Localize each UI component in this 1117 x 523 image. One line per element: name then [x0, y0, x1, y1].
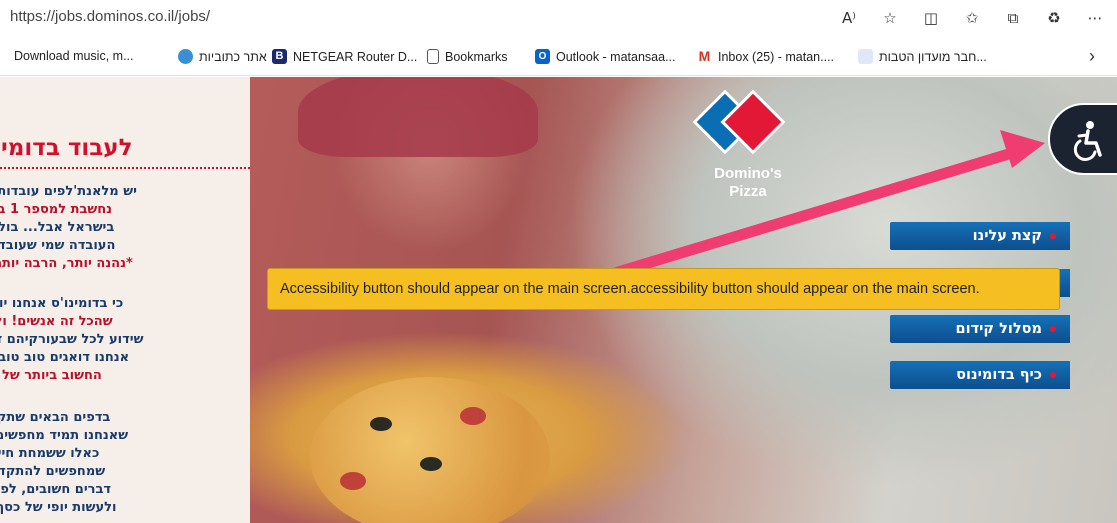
dominos-logo[interactable]: Domino's Pizza — [688, 89, 808, 209]
bullet-icon — [1050, 233, 1056, 239]
menu-label: קצת עלינו — [972, 228, 1042, 244]
text-line: שידוע לכל שבעורקיהם זורם רוט — [0, 332, 144, 347]
bookmark-netgear[interactable]: B NETGEAR Router D... — [272, 49, 417, 64]
text-line: יש מלאנת'לפים עובדות למה דו — [0, 184, 137, 199]
page-title: לעבוד בדומינו'ס — [0, 135, 250, 169]
extensions-icon[interactable]: ♻ — [1042, 6, 1066, 30]
favorite-star-icon[interactable]: ☆ — [878, 6, 902, 30]
pepperoni-topping — [460, 407, 486, 425]
bookmarks-bar: Download music, m... אתר כתוביות B NETGE… — [0, 38, 1117, 76]
text-line: אנחנו דואגים טוב טוב ועבורנו — [0, 350, 130, 365]
logo-line: Domino's — [714, 165, 782, 182]
bookmark-label: חבר מועדון הטבות... — [879, 49, 987, 64]
gmail-icon: M — [698, 48, 711, 64]
worker-cap — [298, 77, 538, 157]
text-line: שמחפשים להתקדם , ללמ — [0, 464, 106, 479]
menu-about-us[interactable]: קצת עלינו — [890, 222, 1070, 250]
text-line: החשוב ביותר של החברה. — [0, 368, 102, 383]
netgear-icon: B — [272, 49, 287, 64]
text-line: כי בדומינו'ס אנחנו יודעים אנ — [0, 296, 124, 311]
bookmark-outlook[interactable]: O Outlook - matansaa... — [535, 49, 676, 64]
menu-career-path[interactable]: מסלול קידום — [890, 315, 1070, 343]
accessibility-button[interactable] — [1048, 103, 1117, 175]
club-icon — [858, 49, 873, 64]
text-line: בדפים הבאים שתקליקו על — [0, 410, 111, 425]
bookmark-bookmarks[interactable]: Bookmarks — [427, 49, 508, 64]
paragraph-people: כי בדומינו'ס אנחנו יודעים אנ שהכל זה אנש… — [0, 295, 250, 385]
text-line: העובדה שמי שעובד בדומינו — [0, 238, 116, 253]
bookmark-label: Download music, m... — [14, 49, 134, 63]
text-panel: לעבוד בדומינו'ס יש מלאנת'לפים עובדות למה… — [0, 77, 250, 523]
text-line: שהכל זה אנשים! ולכן, לאנ — [0, 314, 113, 329]
address-bar: https://jobs.dominos.co.il/jobs/ A⁾ ☆ ◫ … — [0, 0, 1117, 38]
favorites-icon[interactable]: ✩ — [960, 6, 984, 30]
menu-label: מסלול קידום — [955, 321, 1042, 337]
url-field[interactable]: https://jobs.dominos.co.il/jobs/ — [10, 8, 210, 25]
text-line: שאנחנו תמיד מחפשים עוד אנ — [0, 428, 129, 443]
text-line: *נהנה יותר, הרבה יותר! למה? — [0, 256, 133, 271]
bookmark-club[interactable]: חבר מועדון הטבות... — [858, 49, 987, 64]
menu-fun-at-dominos[interactable]: כיף בדומינוס — [890, 361, 1070, 389]
bullet-icon — [1050, 326, 1056, 332]
bookmark-label: NETGEAR Router D... — [293, 49, 418, 64]
annotation-banner: Accessibility button should appear on th… — [267, 268, 1060, 310]
paragraph-next-pages: בדפים הבאים שתקליקו על שאנחנו תמיד מחפשי… — [0, 409, 250, 517]
text-line: כאלו ששמחת חיים יוצאר — [0, 446, 100, 461]
collections-icon[interactable]: ⧉ — [1001, 6, 1025, 30]
menu-label: כיף בדומינוס — [956, 367, 1042, 383]
bookmark-subtitles[interactable]: אתר כתוביות — [178, 49, 267, 64]
text-line: ולעשות יופי של כסף... כן זו — [0, 500, 117, 515]
olive-topping — [420, 457, 442, 471]
logo-line: Pizza — [729, 183, 767, 200]
olive-topping — [370, 417, 392, 431]
bookmark-download-music[interactable]: Download music, m... — [14, 49, 133, 63]
pizza-image — [310, 377, 550, 523]
bullet-icon — [1050, 372, 1056, 378]
text-line: דברים חשובים, לפתח יכולו — [0, 482, 112, 497]
read-aloud-icon[interactable]: A⁾ — [837, 6, 861, 30]
chevron-right-icon[interactable]: › — [1089, 46, 1095, 67]
bookmark-gmail[interactable]: M Inbox (25) - matan.... — [697, 49, 834, 64]
pepperoni-topping — [340, 472, 366, 490]
browser-toolbar: A⁾ ☆ ◫ ✩ ⧉ ♻ ⋯ — [837, 6, 1107, 30]
bookmark-label: אתר כתוביות — [199, 49, 267, 64]
more-icon[interactable]: ⋯ — [1083, 6, 1107, 30]
text-line: נחשבת למספר 1 בקרב רש — [0, 202, 113, 217]
logo-text: Domino's Pizza — [688, 165, 808, 201]
text-line: בישראל אבל... בולטת מעל — [0, 220, 115, 235]
accessibility-icon — [1073, 121, 1102, 161]
bookmark-label: Bookmarks — [445, 49, 508, 64]
subtitles-icon — [178, 49, 193, 64]
bookmark-label: Inbox (25) - matan.... — [718, 49, 835, 64]
bookmark-label: Outlook - matansaa... — [556, 49, 676, 64]
outlook-icon: O — [535, 49, 550, 64]
document-icon — [427, 49, 439, 64]
split-screen-icon[interactable]: ◫ — [919, 6, 943, 30]
paragraph-intro: יש מלאנת'לפים עובדות למה דו נחשבת למספר … — [0, 183, 250, 273]
